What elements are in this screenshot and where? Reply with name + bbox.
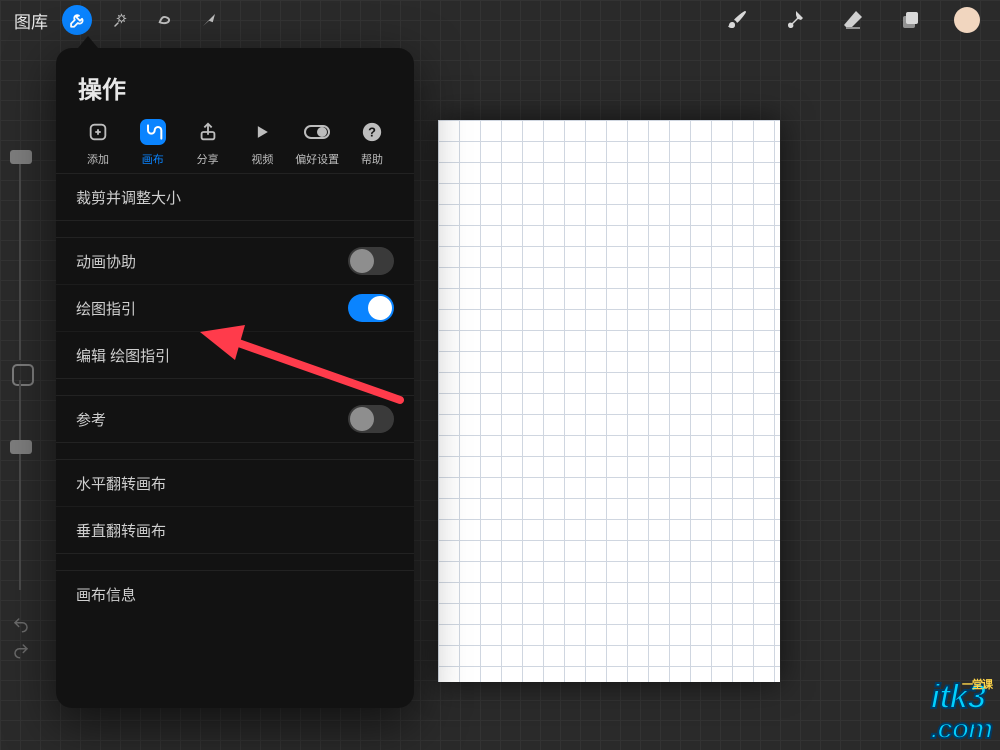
brush-size-thumb[interactable] xyxy=(10,150,32,164)
row-reference[interactable]: 参考 xyxy=(56,396,414,442)
row-drawing-guide[interactable]: 绘图指引 xyxy=(56,284,414,331)
redo-icon[interactable] xyxy=(10,642,32,660)
brush-opacity-thumb[interactable] xyxy=(10,440,32,454)
layers-icon[interactable] xyxy=(896,5,926,35)
share-icon xyxy=(195,119,221,145)
row-label: 编辑 绘图指引 xyxy=(76,345,170,366)
transform-tool-icon[interactable] xyxy=(194,5,224,35)
color-swatch[interactable] xyxy=(954,7,980,33)
toggle-drawing-guide[interactable] xyxy=(348,294,394,322)
actions-tool-icon[interactable] xyxy=(62,5,92,35)
adjust-tool-icon[interactable] xyxy=(106,5,136,35)
row-flip-vertical[interactable]: 垂直翻转画布 xyxy=(56,506,414,553)
row-label: 垂直翻转画布 xyxy=(76,520,166,541)
row-canvas-info[interactable]: 画布信息 xyxy=(56,571,414,617)
prefs-icon xyxy=(304,119,330,145)
row-label: 裁剪并调整大小 xyxy=(76,187,181,208)
top-toolbar: 图库 xyxy=(0,0,1000,40)
row-animation-assist[interactable]: 动画协助 xyxy=(56,238,414,284)
undo-icon[interactable] xyxy=(10,616,32,634)
side-slider-rail xyxy=(6,150,34,620)
row-label: 绘图指引 xyxy=(76,298,136,319)
actions-panel: 操作 添加 画布 分享 视频 xyxy=(56,48,414,708)
help-icon: ? xyxy=(359,119,385,145)
tab-video-label: 视频 xyxy=(251,151,273,167)
smudge-tool-icon[interactable] xyxy=(780,5,810,35)
brush-size-track[interactable] xyxy=(19,150,21,360)
tab-prefs-label: 偏好设置 xyxy=(295,151,339,167)
selection-tool-icon[interactable] xyxy=(150,5,180,35)
gallery-button[interactable]: 图库 xyxy=(14,8,48,33)
row-label: 画布信息 xyxy=(76,584,136,605)
add-icon xyxy=(85,119,111,145)
brush-opacity-track[interactable] xyxy=(19,380,21,590)
panel-tab-bar: 添加 画布 分享 视频 偏好设置 ? xyxy=(56,119,414,173)
row-edit-drawing-guide[interactable]: 编辑 绘图指引 xyxy=(56,331,414,378)
tab-share[interactable]: 分享 xyxy=(184,119,232,167)
tab-add-label: 添加 xyxy=(87,151,109,167)
toggle-reference[interactable] xyxy=(348,405,394,433)
modify-button[interactable] xyxy=(12,364,34,386)
tab-help[interactable]: ? 帮助 xyxy=(348,119,396,167)
tab-video[interactable]: 视频 xyxy=(238,119,286,167)
panel-pointer xyxy=(78,36,98,48)
video-icon xyxy=(249,119,275,145)
row-label: 动画协助 xyxy=(76,251,136,272)
toggle-animation-assist[interactable] xyxy=(348,247,394,275)
panel-title: 操作 xyxy=(56,48,414,119)
watermark-line2: .com xyxy=(931,713,992,744)
tab-prefs[interactable]: 偏好设置 xyxy=(293,119,341,167)
watermark-tag: 一堂课 xyxy=(962,680,992,691)
row-flip-horizontal[interactable]: 水平翻转画布 xyxy=(56,460,414,506)
tab-share-label: 分享 xyxy=(197,151,219,167)
eraser-tool-icon[interactable] xyxy=(838,5,868,35)
canvas[interactable] xyxy=(438,120,780,682)
brush-tool-icon[interactable] xyxy=(722,5,752,35)
svg-text:?: ? xyxy=(368,125,376,140)
canvas-icon xyxy=(140,119,166,145)
tab-canvas[interactable]: 画布 xyxy=(129,119,177,167)
tab-canvas-label: 画布 xyxy=(142,151,164,167)
row-label: 参考 xyxy=(76,409,106,430)
row-crop-resize[interactable]: 裁剪并调整大小 xyxy=(56,174,414,220)
tab-add[interactable]: 添加 xyxy=(74,119,122,167)
tab-help-label: 帮助 xyxy=(361,151,383,167)
watermark: 一堂课 itk3 .com xyxy=(931,682,992,744)
row-label: 水平翻转画布 xyxy=(76,473,166,494)
